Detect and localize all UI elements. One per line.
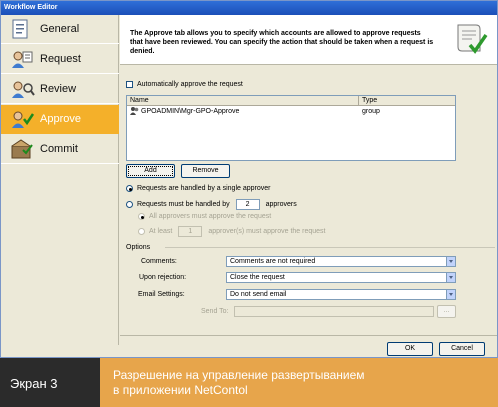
remove-button[interactable]: Remove <box>181 164 230 178</box>
auto-approve-box[interactable] <box>126 81 133 88</box>
sidebar-item-request[interactable]: Request <box>1 45 119 74</box>
caption-label: Экран 3 <box>0 358 100 407</box>
chevron-down-icon[interactable] <box>446 290 455 299</box>
sidebar-item-commit[interactable]: Commit <box>1 135 119 164</box>
cancel-button[interactable]: Cancel <box>439 342 485 356</box>
tab-description: The Approve tab allows you to specify wh… <box>130 30 434 55</box>
atleast-suffix: approver(s) must approve the request <box>208 228 326 235</box>
sidebar-item-general[interactable]: General <box>1 15 119 44</box>
general-icon <box>9 18 35 40</box>
sidebar-item-label: Review <box>40 83 77 95</box>
caption-text: Разрешение на управление развертыванием … <box>100 358 498 407</box>
multi-approver-prefix: Requests must be handled by <box>137 201 230 208</box>
figure-caption: Экран 3 Разрешение на управление разверт… <box>0 358 498 407</box>
rejection-value: Close the request <box>230 274 285 281</box>
all-approvers-label: All approvers must approve the request <box>149 213 272 220</box>
auto-approve-checkbox[interactable]: Automatically approve the request <box>126 81 243 88</box>
radio-dot[interactable] <box>138 213 145 220</box>
email-settings-select[interactable]: Do not send email <box>226 289 456 300</box>
commit-icon <box>9 138 35 160</box>
multi-approver-suffix: approvers <box>265 201 297 208</box>
sidebar-item-label: Request <box>40 53 81 65</box>
atleast-approvers-radio[interactable]: At least 1 approver(s) must approve the … <box>138 226 325 237</box>
sidebar-item-label: Commit <box>40 143 78 155</box>
ok-button[interactable]: OK <box>387 342 433 356</box>
approver-list[interactable]: Name Type GPOADMIN\Mgr-GPO-Approve group <box>126 95 456 161</box>
rejection-select[interactable]: Close the request <box>226 272 456 283</box>
sidebar-item-approve[interactable]: Approve <box>1 105 119 134</box>
single-approver-radio[interactable]: Requests are handled by a single approve… <box>126 185 270 192</box>
chevron-down-icon[interactable] <box>446 273 455 282</box>
auto-approve-label: Automatically approve the request <box>137 81 243 88</box>
options-section-label: Options <box>126 244 151 251</box>
radio-dot[interactable] <box>126 185 133 192</box>
sidebar: General Request Review Approve Commit <box>1 15 119 345</box>
list-item[interactable]: GPOADMIN\Mgr-GPO-Approve group <box>127 106 455 117</box>
radio-dot[interactable] <box>138 228 145 235</box>
comments-select[interactable]: Comments are not required <box>226 256 456 267</box>
email-settings-value: Do not send email <box>230 291 287 298</box>
group-icon <box>130 106 139 117</box>
caption-line-1: Разрешение на управление развертыванием <box>113 368 365 382</box>
window-title: Workflow Editor <box>1 1 497 15</box>
add-button[interactable]: Add <box>126 164 175 178</box>
approver-count-input[interactable]: 2 <box>235 199 260 210</box>
list-header: Name Type <box>127 96 455 106</box>
comments-value: Comments are not required <box>230 258 316 265</box>
approve-icon <box>9 108 35 130</box>
single-approver-label: Requests are handled by a single approve… <box>137 185 271 192</box>
all-approvers-radio[interactable]: All approvers must approve the request <box>138 213 271 220</box>
caption-line-2: в приложении NetContol <box>113 383 248 397</box>
list-item-type: group <box>362 108 380 115</box>
radio-dot[interactable] <box>126 201 133 208</box>
atleast-prefix: At least <box>149 228 173 235</box>
send-to-input[interactable] <box>234 306 434 317</box>
rejection-label: Upon rejection: <box>139 274 187 281</box>
comments-label: Comments: <box>141 258 177 265</box>
workflow-editor-window: Workflow Editor General Request Review A… <box>0 0 498 358</box>
email-settings-label: Email Settings: <box>138 291 185 298</box>
atleast-count-input[interactable]: 1 <box>178 226 203 237</box>
sidebar-item-label: General <box>40 23 80 35</box>
multi-approver-radio[interactable]: Requests must be handled by 2 approvers <box>126 199 297 210</box>
request-icon <box>9 48 35 70</box>
column-type[interactable]: Type <box>359 96 455 105</box>
review-icon <box>9 78 35 100</box>
list-item-name: GPOADMIN\Mgr-GPO-Approve <box>141 108 240 115</box>
sidebar-item-label: Approve <box>40 113 81 125</box>
browse-button[interactable]: ... <box>437 305 456 318</box>
send-to-label: Send To: <box>201 308 229 315</box>
tab-header: The Approve tab allows you to specify wh… <box>120 15 497 65</box>
scroll-check-icon <box>450 19 490 59</box>
options-divider <box>165 247 495 248</box>
footer-divider <box>120 335 497 336</box>
chevron-down-icon[interactable] <box>446 257 455 266</box>
sidebar-item-review[interactable]: Review <box>1 75 119 104</box>
column-name[interactable]: Name <box>127 96 359 105</box>
